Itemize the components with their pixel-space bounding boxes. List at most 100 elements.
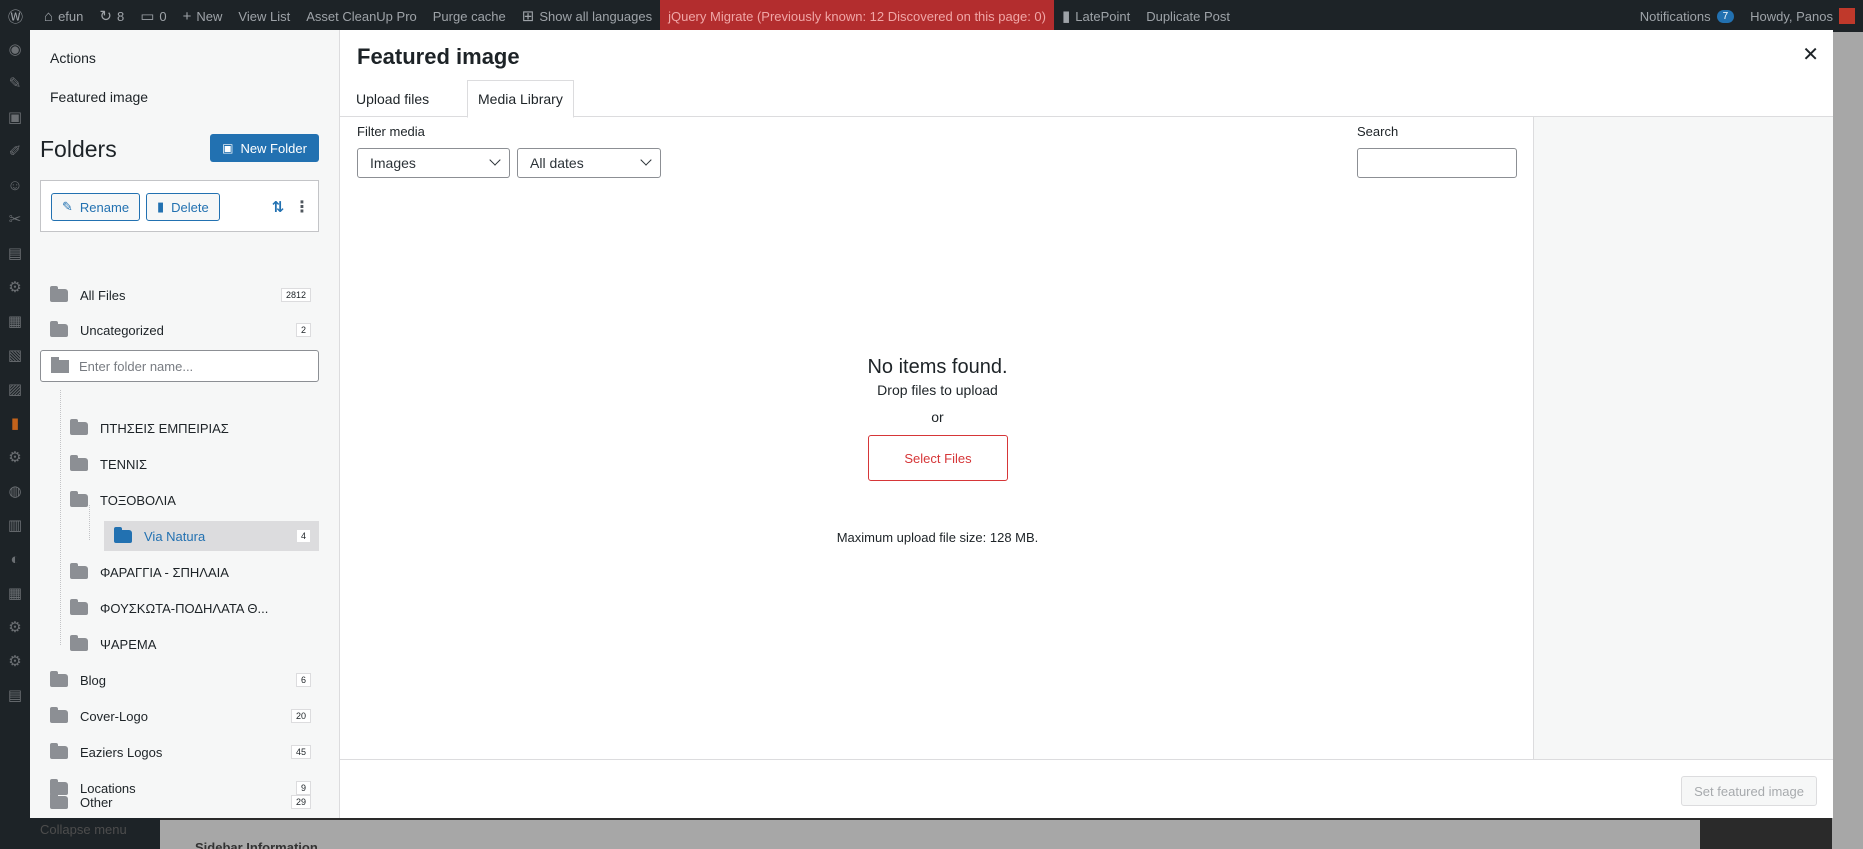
background-right-panel xyxy=(1832,32,1863,849)
folder-count: 45 xyxy=(290,745,311,759)
brush-icon[interactable]: ✐ xyxy=(0,134,30,168)
modal-toolbar: Set featured image xyxy=(340,759,1833,818)
folder-count: 2 xyxy=(295,323,311,337)
latepoint-icon: ▮ xyxy=(1062,8,1071,25)
updates-link[interactable]: ↻ 8 xyxy=(91,0,132,32)
notifications-count: 7 xyxy=(1716,9,1735,23)
folder-count: 29 xyxy=(290,795,311,809)
folder-toolbar: ✎ Rename ▮ Delete ⇅ ⋮ xyxy=(40,180,319,232)
folder-item[interactable]: ΤΟΞΟΒΟΛΙΑ xyxy=(70,485,319,515)
folder-uncategorized[interactable]: Uncategorized 2 xyxy=(40,315,319,345)
or-text: or xyxy=(931,409,944,425)
users-icon[interactable]: ☺ xyxy=(0,168,30,202)
folder-item[interactable]: Blog 6 xyxy=(40,665,319,695)
folders-title: Folders xyxy=(40,136,117,162)
folder-icon xyxy=(70,454,88,471)
menu-actions[interactable]: Actions xyxy=(50,50,96,66)
folder-open-icon xyxy=(70,490,88,507)
folder-item[interactable]: ΦΟΥΣΚΩΤΑ-ΠΟΔΗΛΑΤΑ Θ... xyxy=(70,593,319,623)
empty-title: No items found. xyxy=(867,356,1008,378)
new-folder-button[interactable]: ▣ New Folder xyxy=(210,134,319,162)
folder-item[interactable]: ΦΑΡΑΓΓΙΑ - ΣΠΗΛΑΙΑ xyxy=(70,557,319,587)
comment-icon: ▭ xyxy=(140,8,155,25)
account-link[interactable]: Howdy, Panos xyxy=(1742,0,1863,32)
plus-icon: + xyxy=(182,7,192,25)
folder-icon xyxy=(70,562,88,579)
grid-icon[interactable]: ▦ xyxy=(0,576,30,610)
search-input[interactable] xyxy=(1357,148,1517,178)
admin-menu-footer: Collapse menu xyxy=(30,818,160,849)
attachment-details-pane xyxy=(1533,117,1833,760)
edit-icon: ✎ xyxy=(62,199,73,214)
page-icon[interactable]: ▧ xyxy=(0,338,30,372)
settings-3-icon[interactable]: ⚙ xyxy=(0,644,30,678)
duplicate-post-link[interactable]: Duplicate Post xyxy=(1138,0,1238,32)
folder-item[interactable]: ΤΕΝΝΙΣ xyxy=(70,449,319,479)
site-name-link[interactable]: ⌂ efun xyxy=(36,0,91,32)
tab-upload-files[interactable]: Upload files xyxy=(346,80,439,117)
translate-icon: ⊞ xyxy=(521,8,535,25)
latepoint-menu-icon[interactable]: ▮ xyxy=(0,406,30,440)
folder-icon xyxy=(50,742,68,759)
folder-icon xyxy=(50,706,68,723)
dashboard-icon[interactable]: ◉ xyxy=(0,32,30,66)
tools-icon[interactable]: ✂ xyxy=(0,202,30,236)
folder-icon xyxy=(50,320,68,337)
media-modal: Actions Featured image Folders ▣ New Fol… xyxy=(30,30,1833,818)
folder-item[interactable]: Other 29 xyxy=(40,787,319,817)
folder-search-icon xyxy=(51,356,69,373)
jquery-migrate-warning[interactable]: jQuery Migrate (Previously known: 12 Dis… xyxy=(660,0,1054,32)
select-files-button[interactable]: Select Files xyxy=(868,435,1008,481)
tab-media-library[interactable]: Media Library xyxy=(467,80,574,118)
globe-icon[interactable]: ◍ xyxy=(0,474,30,508)
new-content-link[interactable]: + New xyxy=(175,0,231,32)
sidebar-information-heading: Sidebar Information xyxy=(195,840,318,849)
folder-count: 6 xyxy=(295,673,311,687)
settings-2-icon[interactable]: ⚙ xyxy=(0,610,30,644)
avatar xyxy=(1839,8,1855,24)
folder-search-input[interactable]: Enter folder name... xyxy=(40,350,319,382)
folder-item-active[interactable]: Via Natura 4 xyxy=(104,521,319,551)
purge-cache-link[interactable]: Purge cache xyxy=(425,0,514,32)
asset-cleanup-link[interactable]: Asset CleanUp Pro xyxy=(298,0,425,32)
tree-line xyxy=(60,390,61,645)
folder-item[interactable]: Cover-Logo 20 xyxy=(40,701,319,731)
settings-icon[interactable]: ⚙ xyxy=(0,270,30,304)
media-date-select[interactable]: All dates xyxy=(517,148,661,178)
folder-item[interactable]: ΨΑΡΕΜΑ xyxy=(70,629,319,659)
drop-files-text: Drop files to upload xyxy=(877,382,998,398)
set-featured-image-button[interactable]: Set featured image xyxy=(1681,776,1817,806)
stats-icon[interactable]: ▨ xyxy=(0,372,30,406)
folder-item[interactable]: ΠΤΗΣΕΙΣ ΕΜΠΕΙΡΙΑΣ xyxy=(70,413,319,443)
wordpress-logo-icon[interactable]: Ⓦ xyxy=(0,0,36,32)
layout-icon[interactable]: ▥ xyxy=(0,508,30,542)
latepoint-link[interactable]: ▮ LatePoint xyxy=(1054,0,1138,32)
chat-icon[interactable]: ◐ xyxy=(0,542,30,576)
show-languages-link[interactable]: ⊞ Show all languages xyxy=(514,0,660,32)
pin-icon[interactable]: ✎ xyxy=(0,66,30,100)
media-icon[interactable]: ▣ xyxy=(0,100,30,134)
rename-button[interactable]: ✎ Rename xyxy=(51,193,141,221)
notifications-link[interactable]: Notifications 7 xyxy=(1632,0,1742,32)
close-icon[interactable]: ✕ xyxy=(1802,42,1819,67)
comments-link[interactable]: ▭ 0 xyxy=(132,0,174,32)
folder-all-files[interactable]: All Files 2812 xyxy=(40,280,319,310)
admin-bar: Ⓦ ⌂ efun ↻ 8 ▭ 0 + New View List Asset Clean… xyxy=(0,0,1863,32)
plugin-icon[interactable]: ▦ xyxy=(0,304,30,338)
gear-icon[interactable]: ⚙ xyxy=(0,440,30,474)
chevron-down-icon xyxy=(640,154,652,166)
folder-icon xyxy=(50,792,68,809)
folder-item[interactable]: Eaziers Logos 45 xyxy=(40,737,319,767)
post-icon[interactable]: ▤ xyxy=(0,236,30,270)
folder-icon xyxy=(70,418,88,435)
media-menu: Actions Featured image Folders ▣ New Fol… xyxy=(30,30,340,818)
menu-featured-image[interactable]: Featured image xyxy=(50,89,148,105)
sort-icon[interactable]: ⇅ xyxy=(265,194,291,220)
list-icon[interactable]: ▤ xyxy=(0,678,30,712)
delete-button[interactable]: ▮ Delete xyxy=(146,193,220,221)
more-options-icon[interactable]: ⋮ xyxy=(294,194,310,220)
filter-media-label: Filter media xyxy=(357,124,425,139)
view-list-link[interactable]: View List xyxy=(230,0,298,32)
media-type-select[interactable]: Images xyxy=(357,148,510,178)
home-icon: ⌂ xyxy=(44,7,54,25)
